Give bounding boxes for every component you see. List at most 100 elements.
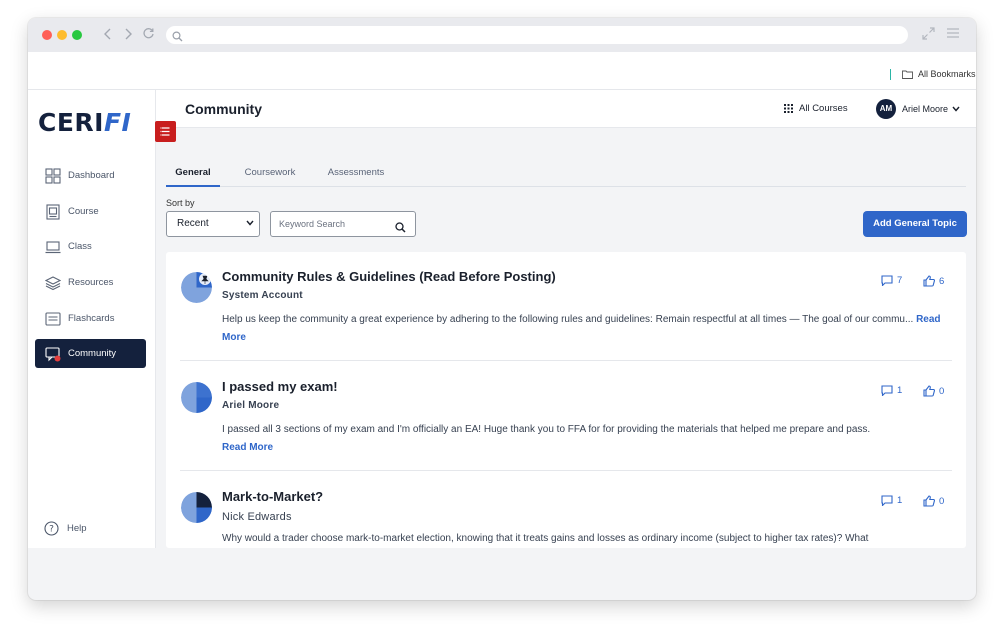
main-content: Community All Courses AM Ariel Moore Gen… xyxy=(155,90,976,548)
svg-text:?: ? xyxy=(49,525,54,535)
sidebar-item-flashcards[interactable]: Flashcards xyxy=(35,304,146,333)
comment-icon xyxy=(881,495,893,506)
sidebar-item-resources[interactable]: Resources xyxy=(35,268,146,297)
expand-icon[interactable] xyxy=(922,27,935,43)
comment-count[interactable]: 7 xyxy=(881,275,902,286)
flashcards-icon xyxy=(45,311,61,326)
topic-excerpt-text: Help us keep the community a great exper… xyxy=(222,314,914,325)
topic-item[interactable]: Mark-to-Market? Nick Edwards Why would a… xyxy=(180,486,952,548)
add-general-topic-button[interactable]: Add General Topic xyxy=(863,211,967,237)
topic-author: Ariel Moore xyxy=(222,400,280,411)
class-icon xyxy=(45,240,61,253)
community-icon xyxy=(45,346,61,361)
topic-title[interactable]: Mark-to-Market? xyxy=(222,489,323,504)
address-bar[interactable] xyxy=(166,26,908,44)
like-count[interactable]: 6 xyxy=(923,275,944,287)
sidebar-item-label: Course xyxy=(68,206,99,217)
comment-icon xyxy=(881,275,893,286)
topic-excerpt: Why would a trader choose mark-to-market… xyxy=(222,530,942,548)
like-count-value: 6 xyxy=(939,275,945,287)
topic-author: Nick Edwards xyxy=(222,511,292,523)
comment-count-value: 1 xyxy=(897,385,903,396)
community-tabs: General Coursework Assessments xyxy=(166,163,966,187)
sort-select[interactable]: Recent xyxy=(166,211,260,237)
browser-menu-icon[interactable] xyxy=(946,27,960,42)
all-courses-label: All Courses xyxy=(799,103,848,114)
minimize-window-button[interactable] xyxy=(57,30,67,40)
topic-title[interactable]: Community Rules & Guidelines (Read Befor… xyxy=(222,269,556,284)
comment-count-value: 7 xyxy=(897,275,903,286)
like-count-value: 0 xyxy=(939,495,945,507)
grid-icon xyxy=(784,104,793,113)
avatar xyxy=(181,382,212,413)
topic-divider xyxy=(180,360,952,361)
thumbs-up-icon xyxy=(923,495,935,507)
logo-accent-text: FI xyxy=(103,108,132,137)
sort-by-label: Sort by xyxy=(166,198,195,208)
topic-excerpt: I passed all 3 sections of my exam and I… xyxy=(222,421,942,457)
folder-icon xyxy=(902,70,913,79)
avatar[interactable]: AM xyxy=(876,99,896,119)
sidebar-item-label: Resources xyxy=(68,277,114,288)
like-count[interactable]: 0 xyxy=(923,385,944,397)
course-icon xyxy=(46,203,60,220)
page-title: Community xyxy=(185,101,262,117)
comment-count[interactable]: 1 xyxy=(881,385,902,396)
bookmarks-bar: All Bookmarks xyxy=(28,52,976,90)
help-link[interactable]: ? Help xyxy=(44,521,87,536)
user-menu[interactable]: Ariel Moore xyxy=(902,104,960,114)
help-label: Help xyxy=(67,523,87,534)
sort-select-value: Recent xyxy=(177,218,209,229)
sidebar: CERIFI Dashboard Course Class Resources … xyxy=(28,90,156,548)
read-more-link[interactable]: Read More xyxy=(222,442,273,453)
browser-toolbar xyxy=(28,18,976,52)
keyword-search-input[interactable]: Keyword Search xyxy=(270,211,416,237)
topic-title[interactable]: I passed my exam! xyxy=(222,379,338,394)
topic-author: System Account xyxy=(222,290,303,301)
chevron-down-icon xyxy=(952,106,960,112)
avatar xyxy=(181,272,212,303)
comment-icon xyxy=(881,385,893,396)
resources-icon xyxy=(45,275,61,290)
bookmarks-separator xyxy=(890,69,891,80)
topic-excerpt: Help us keep the community a great exper… xyxy=(222,311,942,347)
ceri-logo[interactable]: CERIFI xyxy=(38,108,131,137)
all-bookmarks-button[interactable]: All Bookmarks xyxy=(902,69,976,79)
topic-excerpt-text: I passed all 3 sections of my exam and I… xyxy=(222,424,871,435)
thumbs-up-icon xyxy=(923,385,935,397)
user-name: Ariel Moore xyxy=(902,104,949,114)
topic-divider xyxy=(180,470,952,471)
help-icon: ? xyxy=(44,521,59,536)
sidebar-toggle-button[interactable] xyxy=(155,121,176,142)
close-window-button[interactable] xyxy=(42,30,52,40)
thumbs-up-icon xyxy=(923,275,935,287)
menu-icon xyxy=(160,127,170,136)
tab-coursework[interactable]: Coursework xyxy=(230,167,310,187)
tab-general[interactable]: General xyxy=(166,167,220,187)
sidebar-item-dashboard[interactable]: Dashboard xyxy=(35,161,146,190)
browser-window: All Bookmarks CERIFI Dashboard Course Cl… xyxy=(28,18,976,600)
like-count-value: 0 xyxy=(939,385,945,397)
page-header: Community All Courses AM Ariel Moore xyxy=(156,90,976,128)
topic-list: Community Rules & Guidelines (Read Befor… xyxy=(166,252,966,548)
logo-text: CERI xyxy=(38,108,104,137)
dashboard-icon xyxy=(45,167,61,184)
all-courses-button[interactable]: All Courses xyxy=(784,103,848,114)
comment-count[interactable]: 1 xyxy=(881,495,902,506)
search-icon xyxy=(172,29,183,47)
sidebar-item-class[interactable]: Class xyxy=(35,232,146,261)
tab-assessments[interactable]: Assessments xyxy=(316,167,396,187)
maximize-window-button[interactable] xyxy=(72,30,82,40)
like-count[interactable]: 0 xyxy=(923,495,944,507)
sidebar-item-label: Community xyxy=(68,348,117,359)
forward-icon[interactable] xyxy=(120,26,136,44)
back-icon[interactable] xyxy=(100,26,116,44)
search-icon[interactable] xyxy=(395,218,406,242)
sidebar-item-course[interactable]: Course xyxy=(35,197,146,226)
chevron-down-icon xyxy=(246,212,254,236)
sidebar-item-label: Class xyxy=(68,241,92,252)
sidebar-item-label: Flashcards xyxy=(68,313,115,324)
topic-excerpt-text: Why would a trader choose mark-to-market… xyxy=(222,533,869,544)
sidebar-item-community[interactable]: Community xyxy=(35,339,146,368)
reload-icon[interactable] xyxy=(140,26,156,44)
